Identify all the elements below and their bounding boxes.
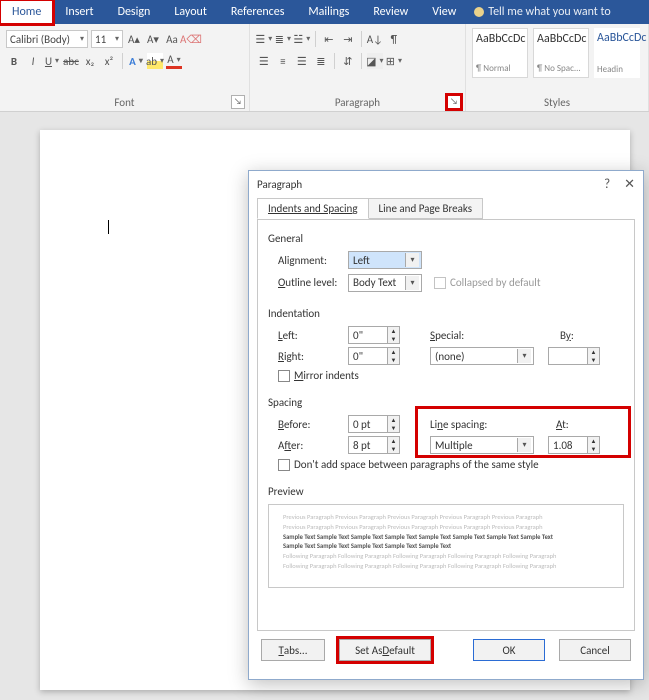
tab-layout[interactable]: Layout (162, 0, 219, 24)
alignment-select[interactable]: Left▾ (348, 251, 422, 269)
tell-me-search[interactable]: Tell me what you want to (474, 5, 610, 19)
indent-right-label: Right: (278, 350, 348, 363)
collapsed-checkbox (434, 277, 446, 289)
line-spacing-select[interactable]: Multiple▾ (430, 436, 534, 454)
show-marks-icon[interactable]: ¶ (386, 31, 402, 47)
grow-font-icon[interactable]: A▴ (126, 31, 142, 47)
tab-view[interactable]: View (420, 0, 468, 24)
group-paragraph: ☰▾ ≣▾ ☱▾ ⇤ ⇥ A↓ ¶ ☰ ≡ ☰ ≣ ⇵ ◪▾ ⊞▾ Paragr… (250, 24, 466, 111)
tab-line-page-breaks[interactable]: Line and Page Breaks (368, 198, 484, 219)
shading-icon[interactable]: ◪▾ (367, 53, 383, 69)
change-case-icon[interactable]: Aa (164, 31, 180, 47)
group-label-styles: Styles (466, 96, 648, 109)
cancel-button[interactable]: Cancel (559, 639, 631, 661)
tabs-button[interactable]: Tabs... (261, 639, 325, 661)
tab-home[interactable]: Home (0, 0, 53, 24)
preview-box: Previous Paragraph Previous Paragraph Pr… (268, 504, 624, 588)
after-label: After: (278, 439, 348, 452)
align-right-icon[interactable]: ☰ (294, 53, 310, 69)
special-label: Special: (430, 329, 500, 342)
tab-review[interactable]: Review (361, 0, 420, 24)
close-icon[interactable]: ✕ (624, 177, 635, 192)
subscript-icon[interactable]: x₂ (82, 53, 98, 69)
strikethrough-icon[interactable]: abc (63, 53, 79, 69)
superscript-icon[interactable]: x² (101, 53, 117, 69)
ribbon-body: Calibri (Body)▾ 11▾ A▴ A▾ Aa A⌫ B I U▾ a… (0, 24, 649, 112)
alignment-label: Alignment: (278, 254, 348, 267)
help-icon[interactable]: ? (604, 177, 610, 192)
style-heading1[interactable]: AaBbCcDc Headin (594, 28, 640, 78)
align-left-icon[interactable]: ☰ (256, 53, 272, 69)
highlight-icon[interactable]: ab▾ (147, 53, 163, 69)
tab-references[interactable]: References (219, 0, 297, 24)
line-spacing-label: Line spacing: (430, 418, 504, 431)
section-preview: Preview (268, 485, 624, 498)
dont-add-space-checkbox[interactable] (278, 459, 290, 471)
group-label-font: Font (0, 96, 249, 109)
at-label: At: (556, 418, 569, 431)
group-font: Calibri (Body)▾ 11▾ A▴ A▾ Aa A⌫ B I U▾ a… (0, 24, 250, 111)
section-general: General (268, 232, 624, 245)
indent-left-label: Left: (278, 329, 348, 342)
text-effects-icon[interactable]: A▾ (128, 53, 144, 69)
collapsed-label: Collapsed by default (450, 276, 541, 289)
italic-icon[interactable]: I (25, 53, 41, 69)
multilevel-icon[interactable]: ☱▾ (294, 31, 310, 47)
dialog-title: Paragraph (257, 178, 302, 191)
tell-me-label: Tell me what you want to (488, 5, 610, 19)
set-as-default-button[interactable]: Set As Default (339, 639, 431, 661)
outline-label: Outline level: (278, 276, 348, 289)
shrink-font-icon[interactable]: A▾ (145, 31, 161, 47)
text-cursor (108, 220, 109, 234)
font-color-icon[interactable]: A▾ (166, 53, 182, 69)
at-spin[interactable]: 1.08▲▼ (548, 436, 600, 454)
sort-icon[interactable]: A↓ (367, 31, 383, 47)
borders-icon[interactable]: ⊞▾ (386, 53, 402, 69)
align-center-icon[interactable]: ≡ (275, 53, 291, 69)
before-label: Before: (278, 418, 348, 431)
dont-add-space-label: Don't add space between paragraphs of th… (294, 458, 539, 471)
mirror-label: Mirror indents (294, 369, 359, 382)
by-label: By: (560, 329, 600, 342)
font-dialog-launcher[interactable]: ↘ (231, 95, 245, 109)
font-size-combo[interactable]: 11▾ (91, 30, 123, 48)
justify-icon[interactable]: ≣ (313, 53, 329, 69)
tab-indents-spacing[interactable]: Indents and Spacing (257, 198, 369, 219)
group-label-paragraph: Paragraph (250, 96, 465, 109)
paragraph-dialog-launcher[interactable]: ↘ (447, 95, 461, 109)
style-normal[interactable]: AaBbCcDc ¶ Normal (472, 28, 528, 78)
decrease-indent-icon[interactable]: ⇤ (321, 31, 337, 47)
increase-indent-icon[interactable]: ⇥ (340, 31, 356, 47)
ribbon-tabs: Home Insert Design Layout References Mai… (0, 0, 649, 24)
font-name-combo[interactable]: Calibri (Body)▾ (6, 30, 88, 48)
bulb-icon (474, 7, 484, 17)
dialog-tabpanel: General Alignment: Left▾ Outline level: … (257, 219, 635, 631)
after-spin[interactable]: 8 pt▲▼ (348, 436, 400, 454)
special-select[interactable]: (none)▾ (430, 347, 534, 365)
section-spacing: Spacing (268, 396, 624, 409)
tab-insert[interactable]: Insert (53, 0, 105, 24)
before-spin[interactable]: 0 pt▲▼ (348, 415, 400, 433)
by-spin[interactable]: ▲▼ (548, 347, 600, 365)
ok-button[interactable]: OK (473, 639, 545, 661)
bold-icon[interactable]: B (6, 53, 22, 69)
paragraph-dialog: Paragraph ? ✕ Indents and Spacing Line a… (248, 170, 644, 680)
line-spacing-icon[interactable]: ⇵ (340, 53, 356, 69)
outline-select[interactable]: Body Text▾ (348, 274, 422, 292)
tab-mailings[interactable]: Mailings (296, 0, 361, 24)
mirror-checkbox[interactable] (278, 370, 290, 382)
style-no-spacing[interactable]: AaBbCcDc ¶ No Spac... (533, 28, 589, 78)
group-styles: AaBbCcDc ¶ Normal AaBbCcDc ¶ No Spac... … (466, 24, 649, 111)
clear-formatting-icon[interactable]: A⌫ (183, 31, 199, 47)
underline-icon[interactable]: U▾ (44, 53, 60, 69)
numbering-icon[interactable]: ≣▾ (275, 31, 291, 47)
indent-right-spin[interactable]: 0"▲▼ (348, 347, 400, 365)
section-indentation: Indentation (268, 307, 624, 320)
tab-design[interactable]: Design (106, 0, 163, 24)
bullets-icon[interactable]: ☰▾ (256, 31, 272, 47)
indent-left-spin[interactable]: 0"▲▼ (348, 326, 400, 344)
